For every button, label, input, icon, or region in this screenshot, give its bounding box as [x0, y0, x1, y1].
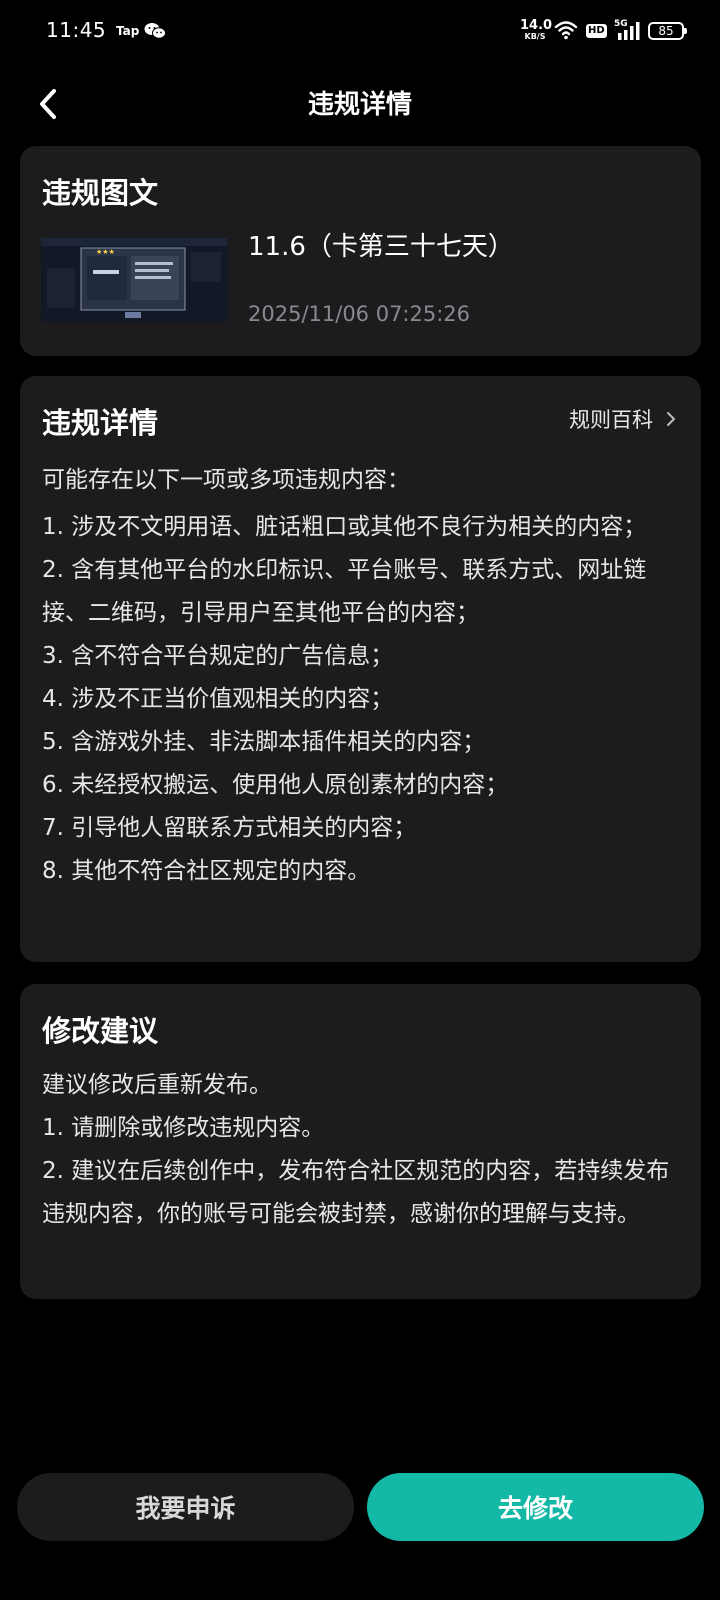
- suggestion-list: 建议修改后重新发布。 1. 请删除或修改违规内容。 2. 建议在后续创作中，发布…: [42, 1064, 682, 1236]
- status-time: 11:45: [46, 18, 107, 42]
- hd-badge: HD: [586, 24, 607, 38]
- violation-list: 1. 涉及不文明用语、脏话粗口或其他不良行为相关的内容； 2. 含有其他平台的水…: [42, 506, 682, 893]
- details-card-title: 违规详情: [42, 406, 159, 440]
- wifi-icon: [554, 21, 578, 40]
- list-item: 1. 涉及不文明用语、脏话粗口或其他不良行为相关的内容；: [42, 514, 647, 540]
- tap-app-icon: Tap: [116, 24, 140, 38]
- post-timestamp: 2025/11/06 07:25:26: [248, 302, 471, 326]
- wechat-icon: [144, 23, 166, 39]
- list-item: 5. 含游戏外挂、非法脚本插件相关的内容；: [42, 729, 486, 755]
- svg-text:★★★: ★★★: [96, 248, 115, 256]
- post-title: 11.6（卡第三十七天）: [248, 232, 514, 262]
- list-item: 6. 未经授权搬运、使用他人原创素材的内容；: [42, 772, 509, 798]
- list-item: 建议修改后重新发布。: [42, 1072, 272, 1098]
- rules-wiki-link[interactable]: 规则百科: [569, 404, 677, 434]
- network-speed: 14.0 KB/S: [520, 18, 553, 41]
- appeal-button[interactable]: 我要申诉: [17, 1473, 354, 1541]
- suggest-card-title: 修改建议: [42, 1014, 159, 1048]
- list-item: 4. 涉及不正当价值观相关的内容；: [42, 686, 394, 712]
- status-bar: 11:45 Tap 14.0 KB/S HD 5G 85: [0, 0, 720, 64]
- chevron-right-icon: [667, 412, 675, 426]
- game-screenshot-image: ★★★: [41, 238, 227, 322]
- page-title: 违规详情: [307, 90, 412, 120]
- list-item: 7. 引导他人留联系方式相关的内容；: [42, 815, 417, 841]
- violation-details-card: 违规详情 规则百科 可能存在以下一项或多项违规内容： 1. 涉及不文明用语、脏话…: [20, 376, 701, 962]
- post-thumbnail[interactable]: ★★★: [41, 238, 227, 322]
- list-item: 8. 其他不符合社区规定的内容。: [42, 858, 371, 884]
- nav-bar: 违规详情: [0, 76, 720, 132]
- rules-wiki-label: 规则百科: [569, 408, 653, 432]
- battery-icon: 85: [648, 22, 687, 40]
- signal-icon: [618, 22, 640, 40]
- list-item: 1. 请删除或修改违规内容。: [42, 1115, 325, 1141]
- network-speed-value: 14.0: [520, 18, 553, 33]
- list-item: 3. 含不符合平台规定的广告信息；: [42, 643, 394, 669]
- details-intro: 可能存在以下一项或多项违规内容：: [42, 467, 410, 493]
- modification-suggestion-card: 修改建议 建议修改后重新发布。 1. 请删除或修改违规内容。 2. 建议在后续创…: [20, 984, 701, 1299]
- list-item: 2. 建议在后续创作中，发布符合社区规范的内容，若持续发布违规内容，你的账号可能…: [42, 1158, 670, 1227]
- post-card-title: 违规图文: [42, 176, 159, 210]
- network-speed-unit: KB/S: [524, 32, 546, 41]
- list-item: 2. 含有其他平台的水印标识、平台账号、联系方式、网址链接、二维码，引导用户至其…: [42, 557, 647, 626]
- go-modify-button[interactable]: 去修改: [367, 1473, 704, 1541]
- violating-post-card: 违规图文 ★★★ 11.6（卡第三十七天） 2025/11/06 07:25:2…: [20, 146, 701, 356]
